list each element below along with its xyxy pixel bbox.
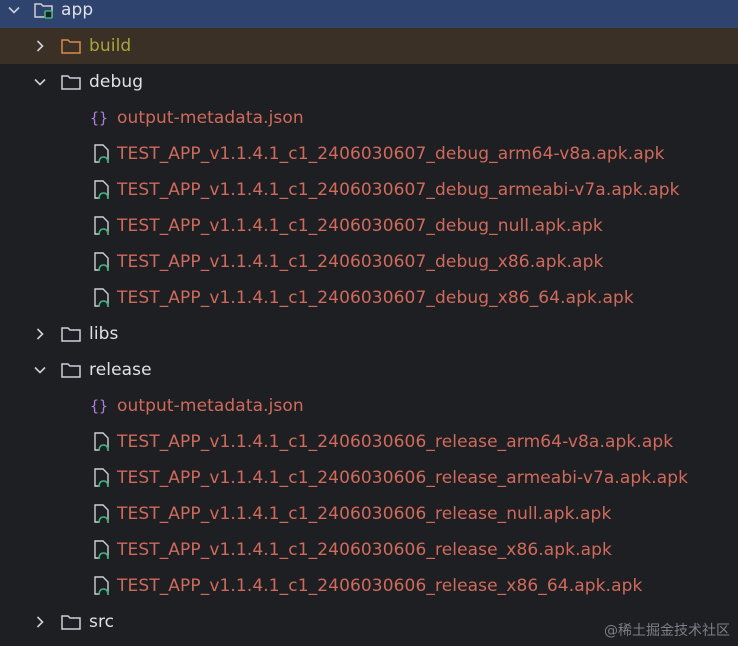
tree-row-release-apk[interactable]: TEST_APP_v1.1.4.1_c1_2406030606_release_…: [0, 496, 738, 532]
tree-label-file: TEST_APP_v1.1.4.1_c1_2406030607_debug_ar…: [117, 180, 680, 200]
tree-label-file: TEST_APP_v1.1.4.1_c1_2406030606_release_…: [117, 540, 612, 560]
project-tree: app build debug {} output-metadata.json …: [0, 0, 738, 640]
tree-row-release[interactable]: release: [0, 352, 738, 388]
tree-label-src: src: [89, 612, 115, 632]
tree-label-file: output-metadata.json: [117, 108, 304, 128]
tree-label-release: release: [89, 360, 152, 380]
tree-label-file: TEST_APP_v1.1.4.1_c1_2406030607_debug_x8…: [117, 252, 604, 272]
tree-label-file: output-metadata.json: [117, 396, 304, 416]
tree-label-file: TEST_APP_v1.1.4.1_c1_2406030606_release_…: [117, 504, 612, 524]
tree-row-release-apk[interactable]: TEST_APP_v1.1.4.1_c1_2406030606_release_…: [0, 532, 738, 568]
apk-file-icon: [91, 467, 113, 489]
chevron-right-icon[interactable]: [33, 39, 47, 53]
apk-file-icon: [91, 251, 113, 273]
chevron-down-icon[interactable]: [33, 75, 47, 89]
apk-file-icon: [91, 143, 113, 165]
tree-label-file: TEST_APP_v1.1.4.1_c1_2406030606_release_…: [117, 468, 689, 488]
chevron-right-icon[interactable]: [33, 327, 47, 341]
folder-icon: [60, 611, 82, 633]
tree-label-libs: libs: [89, 324, 119, 344]
apk-file-icon: [91, 575, 113, 597]
folder-icon: [60, 71, 82, 93]
tree-row-debug-json[interactable]: {} output-metadata.json: [0, 100, 738, 136]
apk-file-icon: [91, 539, 113, 561]
tree-label-file: TEST_APP_v1.1.4.1_c1_2406030607_debug_ar…: [117, 144, 665, 164]
tree-row-debug-apk[interactable]: TEST_APP_v1.1.4.1_c1_2406030607_debug_ar…: [0, 172, 738, 208]
tree-row-release-apk[interactable]: TEST_APP_v1.1.4.1_c1_2406030606_release_…: [0, 424, 738, 460]
chevron-down-icon[interactable]: [7, 3, 21, 17]
chevron-down-icon[interactable]: [33, 363, 47, 377]
folder-icon: [60, 359, 82, 381]
tree-row-libs[interactable]: libs: [0, 316, 738, 352]
tree-label-app: app: [61, 0, 94, 20]
tree-row-release-apk[interactable]: TEST_APP_v1.1.4.1_c1_2406030606_release_…: [0, 568, 738, 604]
tree-row-debug-apk[interactable]: TEST_APP_v1.1.4.1_c1_2406030607_debug_nu…: [0, 208, 738, 244]
apk-file-icon: [91, 287, 113, 309]
apk-file-icon: [91, 179, 113, 201]
json-icon: {}: [90, 397, 109, 415]
tree-label-file: TEST_APP_v1.1.4.1_c1_2406030607_debug_nu…: [117, 216, 603, 236]
tree-row-debug-apk[interactable]: TEST_APP_v1.1.4.1_c1_2406030607_debug_x8…: [0, 280, 738, 316]
tree-row-app[interactable]: app: [0, 0, 738, 28]
excluded-folder-icon: [60, 35, 82, 57]
tree-row-build[interactable]: build: [0, 28, 738, 64]
watermark: @稀土掘金技术社区: [604, 623, 730, 639]
tree-label-build: build: [89, 36, 132, 56]
tree-row-debug-apk[interactable]: TEST_APP_v1.1.4.1_c1_2406030607_debug_ar…: [0, 136, 738, 172]
tree-label-file: TEST_APP_v1.1.4.1_c1_2406030606_release_…: [117, 576, 643, 596]
folder-icon: [60, 323, 82, 345]
json-icon: {}: [90, 109, 109, 127]
tree-row-debug-apk[interactable]: TEST_APP_v1.1.4.1_c1_2406030607_debug_x8…: [0, 244, 738, 280]
tree-row-debug[interactable]: debug: [0, 64, 738, 100]
apk-file-icon: [91, 503, 113, 525]
tree-label-file: TEST_APP_v1.1.4.1_c1_2406030607_debug_x8…: [117, 288, 634, 308]
tree-label-debug: debug: [89, 72, 144, 92]
tree-label-file: TEST_APP_v1.1.4.1_c1_2406030606_release_…: [117, 432, 674, 452]
apk-file-icon: [91, 215, 113, 237]
module-folder-icon: [33, 0, 55, 21]
tree-row-release-json[interactable]: {} output-metadata.json: [0, 388, 738, 424]
apk-file-icon: [91, 431, 113, 453]
tree-row-release-apk[interactable]: TEST_APP_v1.1.4.1_c1_2406030606_release_…: [0, 460, 738, 496]
chevron-right-icon[interactable]: [33, 615, 47, 629]
